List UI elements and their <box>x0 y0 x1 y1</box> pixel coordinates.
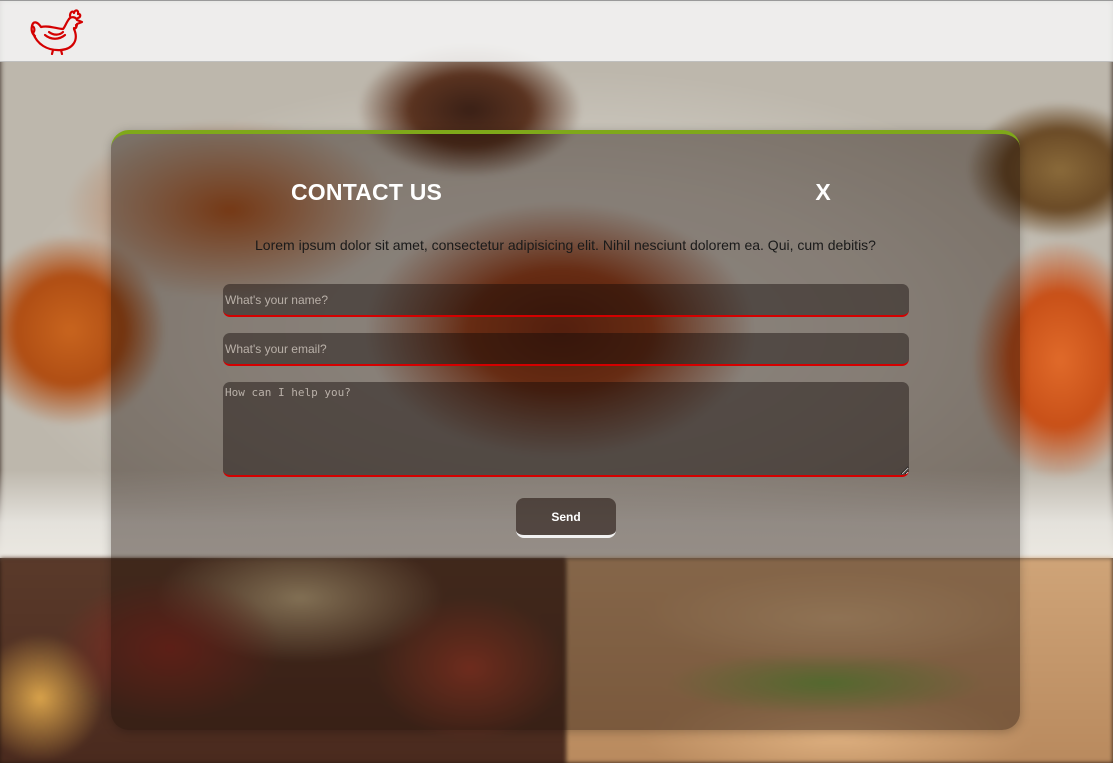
modal-description: Lorem ipsum dolor sit amet, consectetur … <box>255 237 876 253</box>
name-input[interactable] <box>223 284 909 317</box>
top-navbar <box>0 0 1113 62</box>
chicken-logo-icon[interactable] <box>29 7 85 56</box>
send-button[interactable]: Send <box>516 498 616 538</box>
message-textarea[interactable] <box>223 382 909 477</box>
email-input[interactable] <box>223 333 909 366</box>
contact-modal: CONTACT US X Lorem ipsum dolor sit amet,… <box>111 130 1020 730</box>
close-button[interactable]: X <box>811 179 835 207</box>
modal-title: CONTACT US <box>291 179 443 205</box>
